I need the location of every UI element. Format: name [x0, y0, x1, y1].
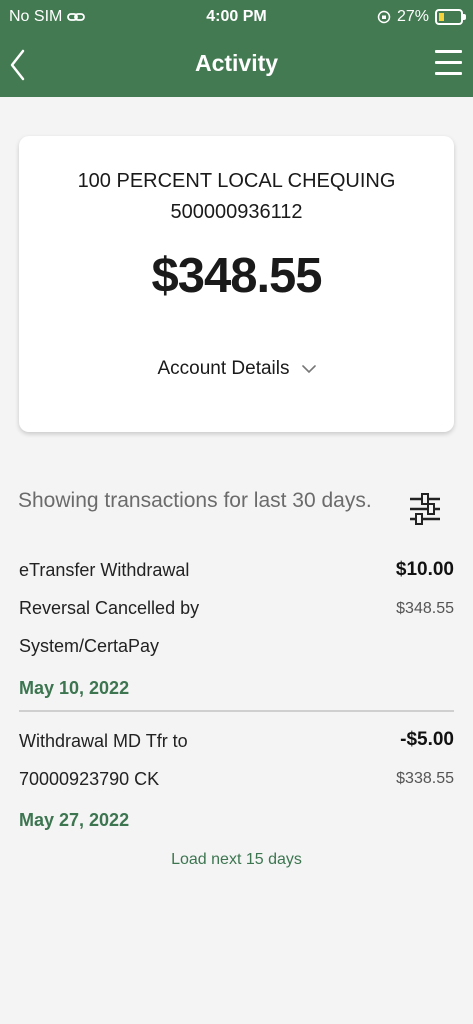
transaction-date: May 10, 2022: [19, 678, 130, 698]
app-header: No SIM 4:00 PM 27% Activity: [0, 0, 473, 97]
battery-fill: [439, 13, 444, 21]
account-details-toggle[interactable]: Account Details: [19, 358, 454, 380]
transaction-running-balance: $348.55: [396, 600, 454, 617]
page-title: Activity: [194, 50, 279, 76]
battery-percent: 27%: [396, 8, 429, 25]
hamburger-line: [435, 50, 462, 53]
chevron-down-icon: [301, 364, 316, 373]
menu-button[interactable]: [435, 50, 462, 76]
status-bar: No SIM 4:00 PM 27%: [0, 6, 473, 28]
transaction-date: May 27, 2022: [19, 810, 130, 830]
hamburger-line: [435, 61, 462, 64]
account-number: 500000936112: [170, 201, 303, 223]
transaction-description-line: 70000923790 CK: [19, 769, 160, 789]
transaction-description-line: Withdrawal MD Tfr to: [19, 731, 188, 751]
sliders-icon: [410, 493, 440, 525]
battery-icon: [435, 9, 466, 25]
status-right: 27%: [377, 8, 466, 26]
account-details-label: Account Details: [157, 358, 290, 379]
transaction-description-line: Reversal Cancelled by: [19, 598, 200, 618]
account-card: 100 PERCENT LOCAL CHEQUING 500000936112 …: [19, 136, 454, 432]
transaction-description-line: System/CertaPay: [19, 636, 160, 656]
load-next-button[interactable]: Load next 15 days: [0, 851, 473, 869]
transaction-item[interactable]: $10.00 $348.55 eTransfer Withdrawal Reve…: [19, 551, 454, 699]
transaction-item[interactable]: -$5.00 $338.55 Withdrawal MD Tfr to 7000…: [19, 722, 454, 831]
account-name: 100 PERCENT LOCAL CHEQUING: [77, 170, 396, 192]
filter-button[interactable]: [408, 493, 442, 525]
hamburger-line: [435, 72, 462, 75]
transaction-amount: -$5.00: [400, 729, 454, 750]
account-balance: $348.55: [151, 249, 322, 303]
transaction-running-balance: $338.55: [396, 770, 454, 787]
transaction-description-line: eTransfer Withdrawal: [19, 560, 190, 580]
transaction-amount: $10.00: [395, 559, 454, 580]
transactions-period-text: Showing transactions for last 30 days.: [18, 489, 372, 512]
orientation-lock-icon: [377, 10, 391, 24]
transaction-divider: [19, 710, 454, 712]
